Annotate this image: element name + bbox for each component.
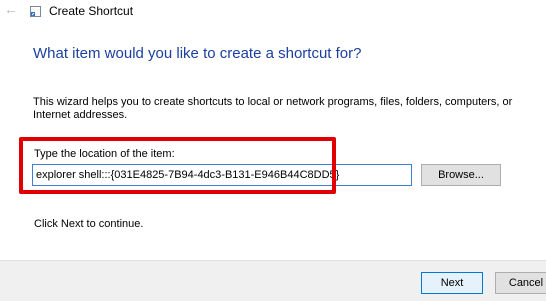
footer-buttons: Next Cancel (0, 0, 546, 300)
next-button[interactable]: Next (421, 272, 483, 294)
cancel-button[interactable]: Cancel (495, 272, 546, 294)
